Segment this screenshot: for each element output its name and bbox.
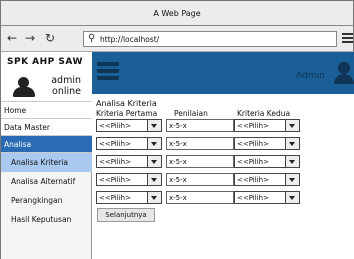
select-value: <<Pilih> bbox=[99, 157, 131, 166]
input-value: x-5-x bbox=[169, 139, 187, 148]
main-content: Analisa Kriteria Kriteria Pertama Penila… bbox=[92, 94, 354, 259]
chevron-down-icon bbox=[147, 120, 161, 131]
window-titlebar: A Web Page bbox=[0, 0, 354, 26]
chevron-down-icon bbox=[147, 192, 161, 203]
arrow-right-icon[interactable]: → bbox=[25, 32, 35, 44]
chevron-down-icon bbox=[285, 138, 299, 149]
admin-label[interactable]: Admin bbox=[296, 71, 325, 81]
select-value: <<Pilih> bbox=[237, 157, 269, 166]
kriteria-pertama-select[interactable]: <<Pilih> bbox=[96, 173, 162, 186]
sidebar-item-data-master[interactable]: Data Master bbox=[1, 119, 93, 136]
penilaian-input[interactable]: x-5-x bbox=[166, 155, 234, 168]
chevron-down-icon bbox=[147, 138, 161, 149]
next-button[interactable]: Selanjutnya bbox=[97, 208, 155, 222]
chevron-down-icon bbox=[147, 156, 161, 167]
chevron-down-icon bbox=[147, 174, 161, 185]
kriteria-kedua-select[interactable]: <<Pilih> bbox=[234, 137, 300, 150]
kriteria-kedua-select[interactable]: <<Pilih> bbox=[234, 191, 300, 204]
kriteria-kedua-select[interactable]: <<Pilih> bbox=[234, 119, 300, 132]
input-value: x-5-x bbox=[169, 157, 187, 166]
select-value: <<Pilih> bbox=[237, 193, 269, 202]
arrow-left-icon[interactable]: ← bbox=[7, 32, 17, 44]
input-value: x-5-x bbox=[169, 193, 187, 202]
penilaian-input[interactable]: x-5-x bbox=[166, 119, 234, 132]
column-header-kriteria-kedua: Kriteria Kedua bbox=[237, 109, 291, 118]
user-icon[interactable] bbox=[334, 62, 354, 84]
sidebar: SPK AHP SAW admin online Home Data Maste… bbox=[0, 52, 93, 259]
chevron-down-icon bbox=[285, 174, 299, 185]
app-name: SPK AHP SAW bbox=[7, 57, 83, 67]
user-avatar-icon bbox=[13, 77, 35, 97]
kriteria-pertama-select[interactable]: <<Pilih> bbox=[96, 119, 162, 132]
sidebar-subitem-perangkingan[interactable]: Perangkingan bbox=[1, 191, 93, 210]
sidebar-toggle-icon[interactable] bbox=[97, 62, 119, 80]
chevron-down-icon bbox=[285, 156, 299, 167]
select-value: <<Pilih> bbox=[99, 175, 131, 184]
user-status: admin online bbox=[41, 75, 81, 97]
page-title: Analisa Kriteria bbox=[96, 99, 157, 108]
kriteria-pertama-select[interactable]: <<Pilih> bbox=[96, 137, 162, 150]
user-name: admin bbox=[51, 75, 81, 86]
top-header: Admin bbox=[92, 52, 354, 94]
penilaian-input[interactable]: x-5-x bbox=[166, 191, 234, 204]
column-header-kriteria-pertama: Kriteria Pertama bbox=[96, 109, 158, 118]
address-bar[interactable]: ⚲ http://localhost/ bbox=[83, 31, 337, 47]
select-value: <<Pilih> bbox=[99, 139, 131, 148]
kriteria-kedua-select[interactable]: <<Pilih> bbox=[234, 155, 300, 168]
chevron-down-icon bbox=[285, 192, 299, 203]
penilaian-input[interactable]: x-5-x bbox=[166, 137, 234, 150]
sidebar-subitem-analisa-alternatif[interactable]: Analisa Alternatif bbox=[1, 172, 93, 191]
user-online: online bbox=[52, 86, 81, 97]
kriteria-pertama-select[interactable]: <<Pilih> bbox=[96, 191, 162, 204]
kriteria-pertama-select[interactable]: <<Pilih> bbox=[96, 155, 162, 168]
chevron-down-icon bbox=[285, 120, 299, 131]
sidebar-subitem-hasil-keputusan[interactable]: Hasil Keputusan bbox=[1, 210, 93, 229]
select-value: <<Pilih> bbox=[237, 139, 269, 148]
select-value: <<Pilih> bbox=[237, 175, 269, 184]
kriteria-kedua-select[interactable]: <<Pilih> bbox=[234, 173, 300, 186]
select-value: <<Pilih> bbox=[237, 121, 269, 130]
sidebar-item-home[interactable]: Home bbox=[1, 102, 93, 119]
sidebar-subitem-analisa-kriteria[interactable]: Analisa Kriteria bbox=[1, 153, 93, 172]
hamburger-menu-icon[interactable] bbox=[342, 33, 353, 45]
address-url[interactable]: http://localhost/ bbox=[100, 35, 159, 44]
input-value: x-5-x bbox=[169, 121, 187, 130]
select-value: <<Pilih> bbox=[99, 121, 131, 130]
brand-panel: SPK AHP SAW admin online bbox=[1, 52, 93, 102]
browser-toolbar: ← → ↻ ⚲ http://localhost/ bbox=[0, 26, 354, 52]
input-value: x-5-x bbox=[169, 175, 187, 184]
reload-icon[interactable]: ↻ bbox=[45, 32, 55, 44]
window-title: A Web Page bbox=[153, 9, 201, 18]
select-value: <<Pilih> bbox=[99, 193, 131, 202]
column-header-penilaian: Penilaian bbox=[174, 109, 208, 118]
sidebar-item-analisa[interactable]: Analisa bbox=[1, 136, 93, 153]
penilaian-input[interactable]: x-5-x bbox=[166, 173, 234, 186]
search-icon: ⚲ bbox=[88, 33, 96, 44]
